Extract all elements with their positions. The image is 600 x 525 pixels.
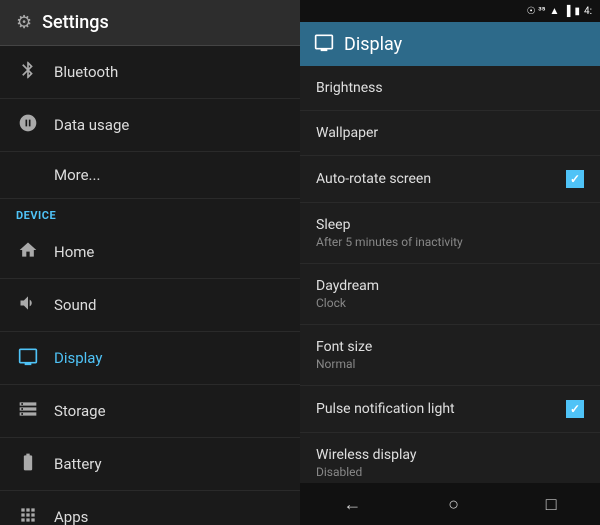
display-label: Display — [54, 349, 102, 367]
wallpaper-item[interactable]: Wallpaper — [300, 111, 600, 156]
left-panel: ⚙ Settings Bluetooth Data usage More... … — [0, 0, 300, 525]
sleep-text: Sleep After 5 minutes of inactivity — [316, 217, 463, 249]
battery-icon — [16, 452, 40, 476]
display-header-icon — [314, 32, 334, 56]
wallpaper-text: Wallpaper — [316, 125, 378, 141]
sidebar-item-bluetooth[interactable]: Bluetooth — [0, 46, 300, 99]
bluetooth-icon — [16, 60, 40, 84]
sleep-item[interactable]: Sleep After 5 minutes of inactivity — [300, 203, 600, 264]
font-size-item[interactable]: Font size Normal — [300, 325, 600, 386]
left-menu: Bluetooth Data usage More... DEVICE Home — [0, 46, 300, 525]
sidebar-item-storage[interactable]: Storage — [0, 385, 300, 438]
back-button[interactable]: ← — [323, 486, 381, 523]
sidebar-item-apps[interactable]: Apps — [0, 491, 300, 525]
sound-label: Sound — [54, 296, 96, 314]
display-sidebar-icon — [16, 346, 40, 370]
gear-icon: ⚙ — [16, 12, 32, 33]
nav-bar: ← ○ □ — [300, 483, 600, 525]
sidebar-item-sound[interactable]: Sound — [0, 279, 300, 332]
apps-icon — [16, 505, 40, 525]
brightness-text: Brightness — [316, 80, 383, 96]
status-icons: ☉ ³⁵ — [527, 6, 546, 17]
sound-icon — [16, 293, 40, 317]
auto-rotate-text: Auto-rotate screen — [316, 171, 431, 187]
time-display: 4: — [584, 6, 592, 17]
daydream-item[interactable]: Daydream Clock — [300, 264, 600, 325]
bluetooth-label: Bluetooth — [54, 63, 118, 81]
auto-rotate-title: Auto-rotate screen — [316, 171, 431, 187]
storage-label: Storage — [54, 402, 106, 420]
recents-button[interactable]: □ — [526, 486, 577, 523]
font-size-text: Font size Normal — [316, 339, 372, 371]
sidebar-item-data-usage[interactable]: Data usage — [0, 99, 300, 152]
home-icon — [16, 240, 40, 264]
battery-status-icon: ▮ — [574, 6, 580, 17]
wireless-display-item[interactable]: Wireless display Disabled — [300, 433, 600, 483]
pulse-notification-checkbox[interactable] — [566, 400, 584, 418]
display-page-title: Display — [344, 34, 402, 55]
right-panel: ☉ ³⁵ ▲ ▐ ▮ 4: Display Brightness Wallpap… — [300, 0, 600, 525]
wireless-display-text: Wireless display Disabled — [316, 447, 417, 479]
home-button[interactable]: ○ — [428, 486, 479, 523]
brightness-title: Brightness — [316, 80, 383, 96]
left-header: ⚙ Settings — [0, 0, 300, 46]
home-label: Home — [54, 243, 94, 261]
right-header: Display — [300, 22, 600, 66]
sleep-title: Sleep — [316, 217, 463, 233]
apps-label: Apps — [54, 508, 88, 525]
font-size-title: Font size — [316, 339, 372, 355]
sidebar-item-display[interactable]: Display — [0, 332, 300, 385]
settings-title: Settings — [42, 12, 109, 33]
sleep-subtitle: After 5 minutes of inactivity — [316, 235, 463, 249]
pulse-notification-item[interactable]: Pulse notification light — [300, 386, 600, 433]
display-settings-list: Brightness Wallpaper Auto-rotate screen … — [300, 66, 600, 483]
sidebar-item-battery[interactable]: Battery — [0, 438, 300, 491]
status-bar: ☉ ³⁵ ▲ ▐ ▮ 4: — [300, 0, 600, 22]
wireless-display-subtitle: Disabled — [316, 465, 417, 479]
daydream-text: Daydream Clock — [316, 278, 379, 310]
wallpaper-title: Wallpaper — [316, 125, 378, 141]
battery-label: Battery — [54, 455, 102, 473]
data-usage-icon — [16, 113, 40, 137]
more-label: More... — [54, 166, 100, 184]
sidebar-item-home[interactable]: Home — [0, 226, 300, 279]
brightness-item[interactable]: Brightness — [300, 66, 600, 111]
font-size-subtitle: Normal — [316, 357, 372, 371]
sidebar-item-more[interactable]: More... — [0, 152, 300, 199]
signal-icon: ▲ — [549, 6, 559, 17]
daydream-subtitle: Clock — [316, 296, 379, 310]
pulse-notification-title: Pulse notification light — [316, 401, 455, 417]
auto-rotate-item[interactable]: Auto-rotate screen — [300, 156, 600, 203]
auto-rotate-checkbox[interactable] — [566, 170, 584, 188]
device-section-header: DEVICE — [0, 199, 300, 226]
wireless-display-title: Wireless display — [316, 447, 417, 463]
daydream-title: Daydream — [316, 278, 379, 294]
pulse-notification-text: Pulse notification light — [316, 401, 455, 417]
data-usage-label: Data usage — [54, 116, 129, 134]
wifi-icon: ▐ — [563, 6, 570, 17]
storage-icon — [16, 399, 40, 423]
